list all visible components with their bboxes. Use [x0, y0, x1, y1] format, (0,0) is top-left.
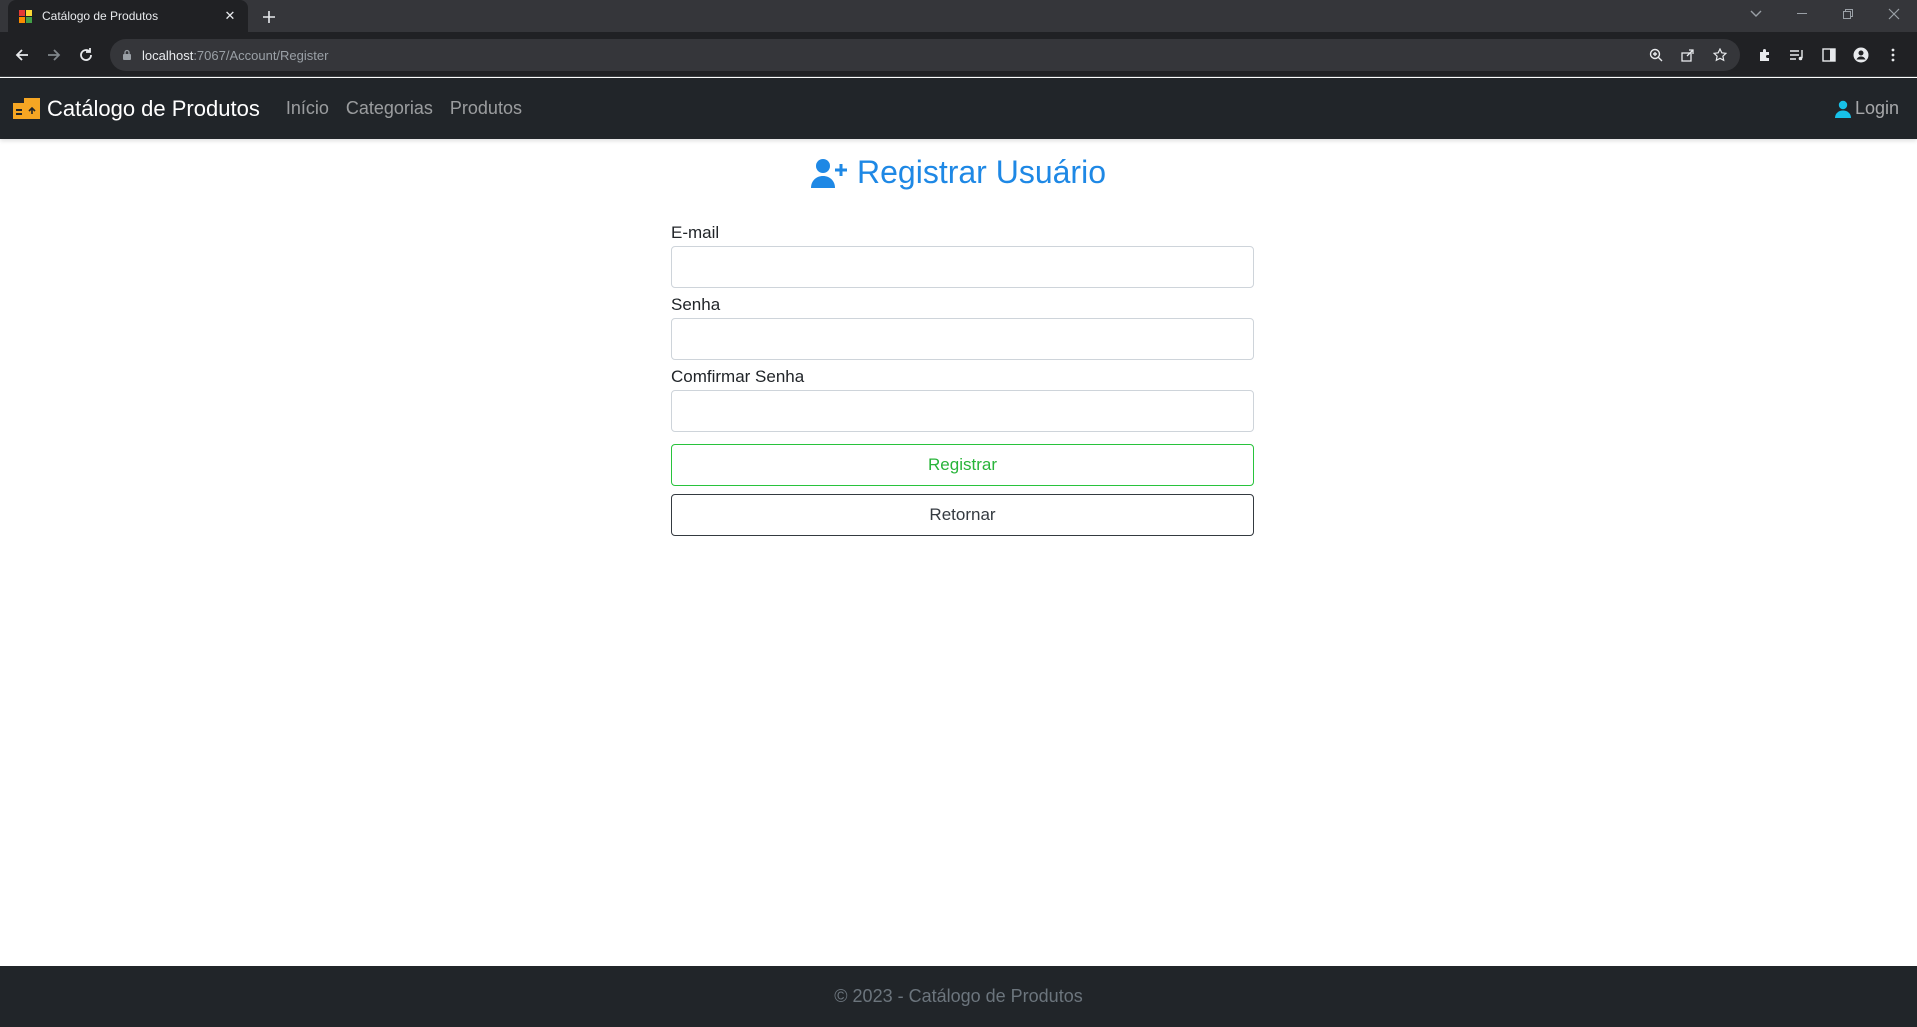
address-bar[interactable]: localhost:7067/Account/Register	[110, 39, 1740, 71]
tab-title: Catálogo de Produtos	[42, 9, 159, 23]
navbar-brand[interactable]: Catálogo de Produtos	[13, 96, 260, 122]
email-label: E-mail	[671, 223, 720, 242]
navbar-links: Início Categorias Produtos	[286, 98, 522, 119]
user-plus-icon	[811, 158, 848, 188]
browser-tabstrip: Catálogo de Produtos ✕	[0, 0, 1917, 32]
nav-link-produtos[interactable]: Produtos	[450, 98, 522, 119]
login-label: Login	[1854, 98, 1899, 118]
browser-tab[interactable]: Catálogo de Produtos ✕	[8, 0, 248, 32]
return-button[interactable]: Retornar	[671, 494, 1254, 536]
lock-icon[interactable]	[122, 49, 132, 61]
side-panel-icon[interactable]	[1819, 45, 1839, 65]
boxes-icon	[13, 97, 41, 121]
email-field[interactable]	[671, 246, 1254, 288]
media-queue-icon[interactable]	[1787, 45, 1807, 65]
tab-favicon-icon	[18, 8, 34, 24]
forward-icon[interactable]	[40, 41, 68, 69]
extensions-icon[interactable]	[1755, 45, 1775, 65]
browser-toolbar: localhost:7067/Account/Register	[0, 32, 1917, 77]
close-window-icon[interactable]	[1871, 0, 1917, 28]
site-navbar: Catálogo de Produtos Início Categorias P…	[0, 78, 1917, 139]
page-title: Registrar Usuário	[0, 154, 1917, 191]
bookmark-star-icon[interactable]	[1710, 45, 1730, 65]
window-controls	[1733, 0, 1917, 28]
url-path: :7067/Account/Register	[193, 47, 329, 63]
confirm-password-field[interactable]	[671, 390, 1254, 432]
register-button[interactable]: Registrar	[671, 444, 1254, 486]
restore-icon[interactable]	[1825, 0, 1871, 28]
login-link[interactable]: Login	[1834, 78, 1899, 139]
brand-label: Catálogo de Produtos	[47, 95, 260, 121]
minimize-icon[interactable]	[1779, 0, 1825, 28]
reload-icon[interactable]	[72, 41, 100, 69]
site-footer: © 2023 - Catálogo de Produtos	[0, 966, 1917, 1027]
close-tab-icon[interactable]: ✕	[222, 8, 238, 24]
profile-icon[interactable]	[1851, 45, 1871, 65]
page-title-label: Registrar Usuário	[857, 154, 1106, 190]
new-tab-icon[interactable]	[258, 6, 280, 28]
menu-icon[interactable]	[1883, 45, 1903, 65]
share-icon[interactable]	[1678, 45, 1698, 65]
page-content: Catálogo de Produtos Início Categorias P…	[0, 78, 1917, 1027]
confirm-password-label: Comfirmar Senha	[671, 367, 805, 386]
footer-text: © 2023 - Catálogo de Produtos	[834, 986, 1083, 1006]
zoom-icon[interactable]	[1646, 45, 1666, 65]
password-field[interactable]	[671, 318, 1254, 360]
url-host: localhost	[142, 47, 194, 63]
register-form: E-mail Senha Comfirmar Senha Registrar R…	[671, 222, 1254, 536]
nav-link-categorias[interactable]: Categorias	[346, 98, 433, 119]
tab-search-icon[interactable]	[1733, 0, 1779, 28]
nav-link-inicio[interactable]: Início	[286, 98, 329, 119]
back-icon[interactable]	[8, 41, 36, 69]
user-icon	[1834, 100, 1851, 118]
password-label: Senha	[671, 295, 721, 314]
